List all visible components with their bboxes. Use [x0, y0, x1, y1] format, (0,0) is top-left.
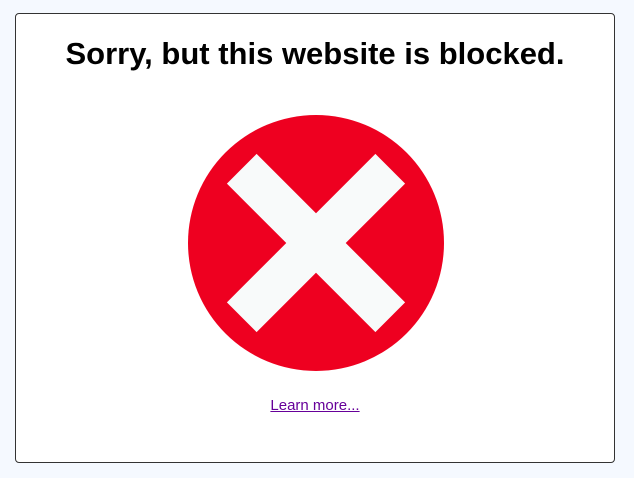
blocked-page-card: Sorry, but this website is blocked. Lear…: [15, 13, 615, 463]
blocked-x-circle-icon: [187, 114, 445, 372]
learn-more-link[interactable]: Learn more...: [270, 397, 359, 414]
learn-more-container: Learn more...: [16, 397, 614, 415]
page-title: Sorry, but this website is blocked.: [65, 36, 565, 71]
